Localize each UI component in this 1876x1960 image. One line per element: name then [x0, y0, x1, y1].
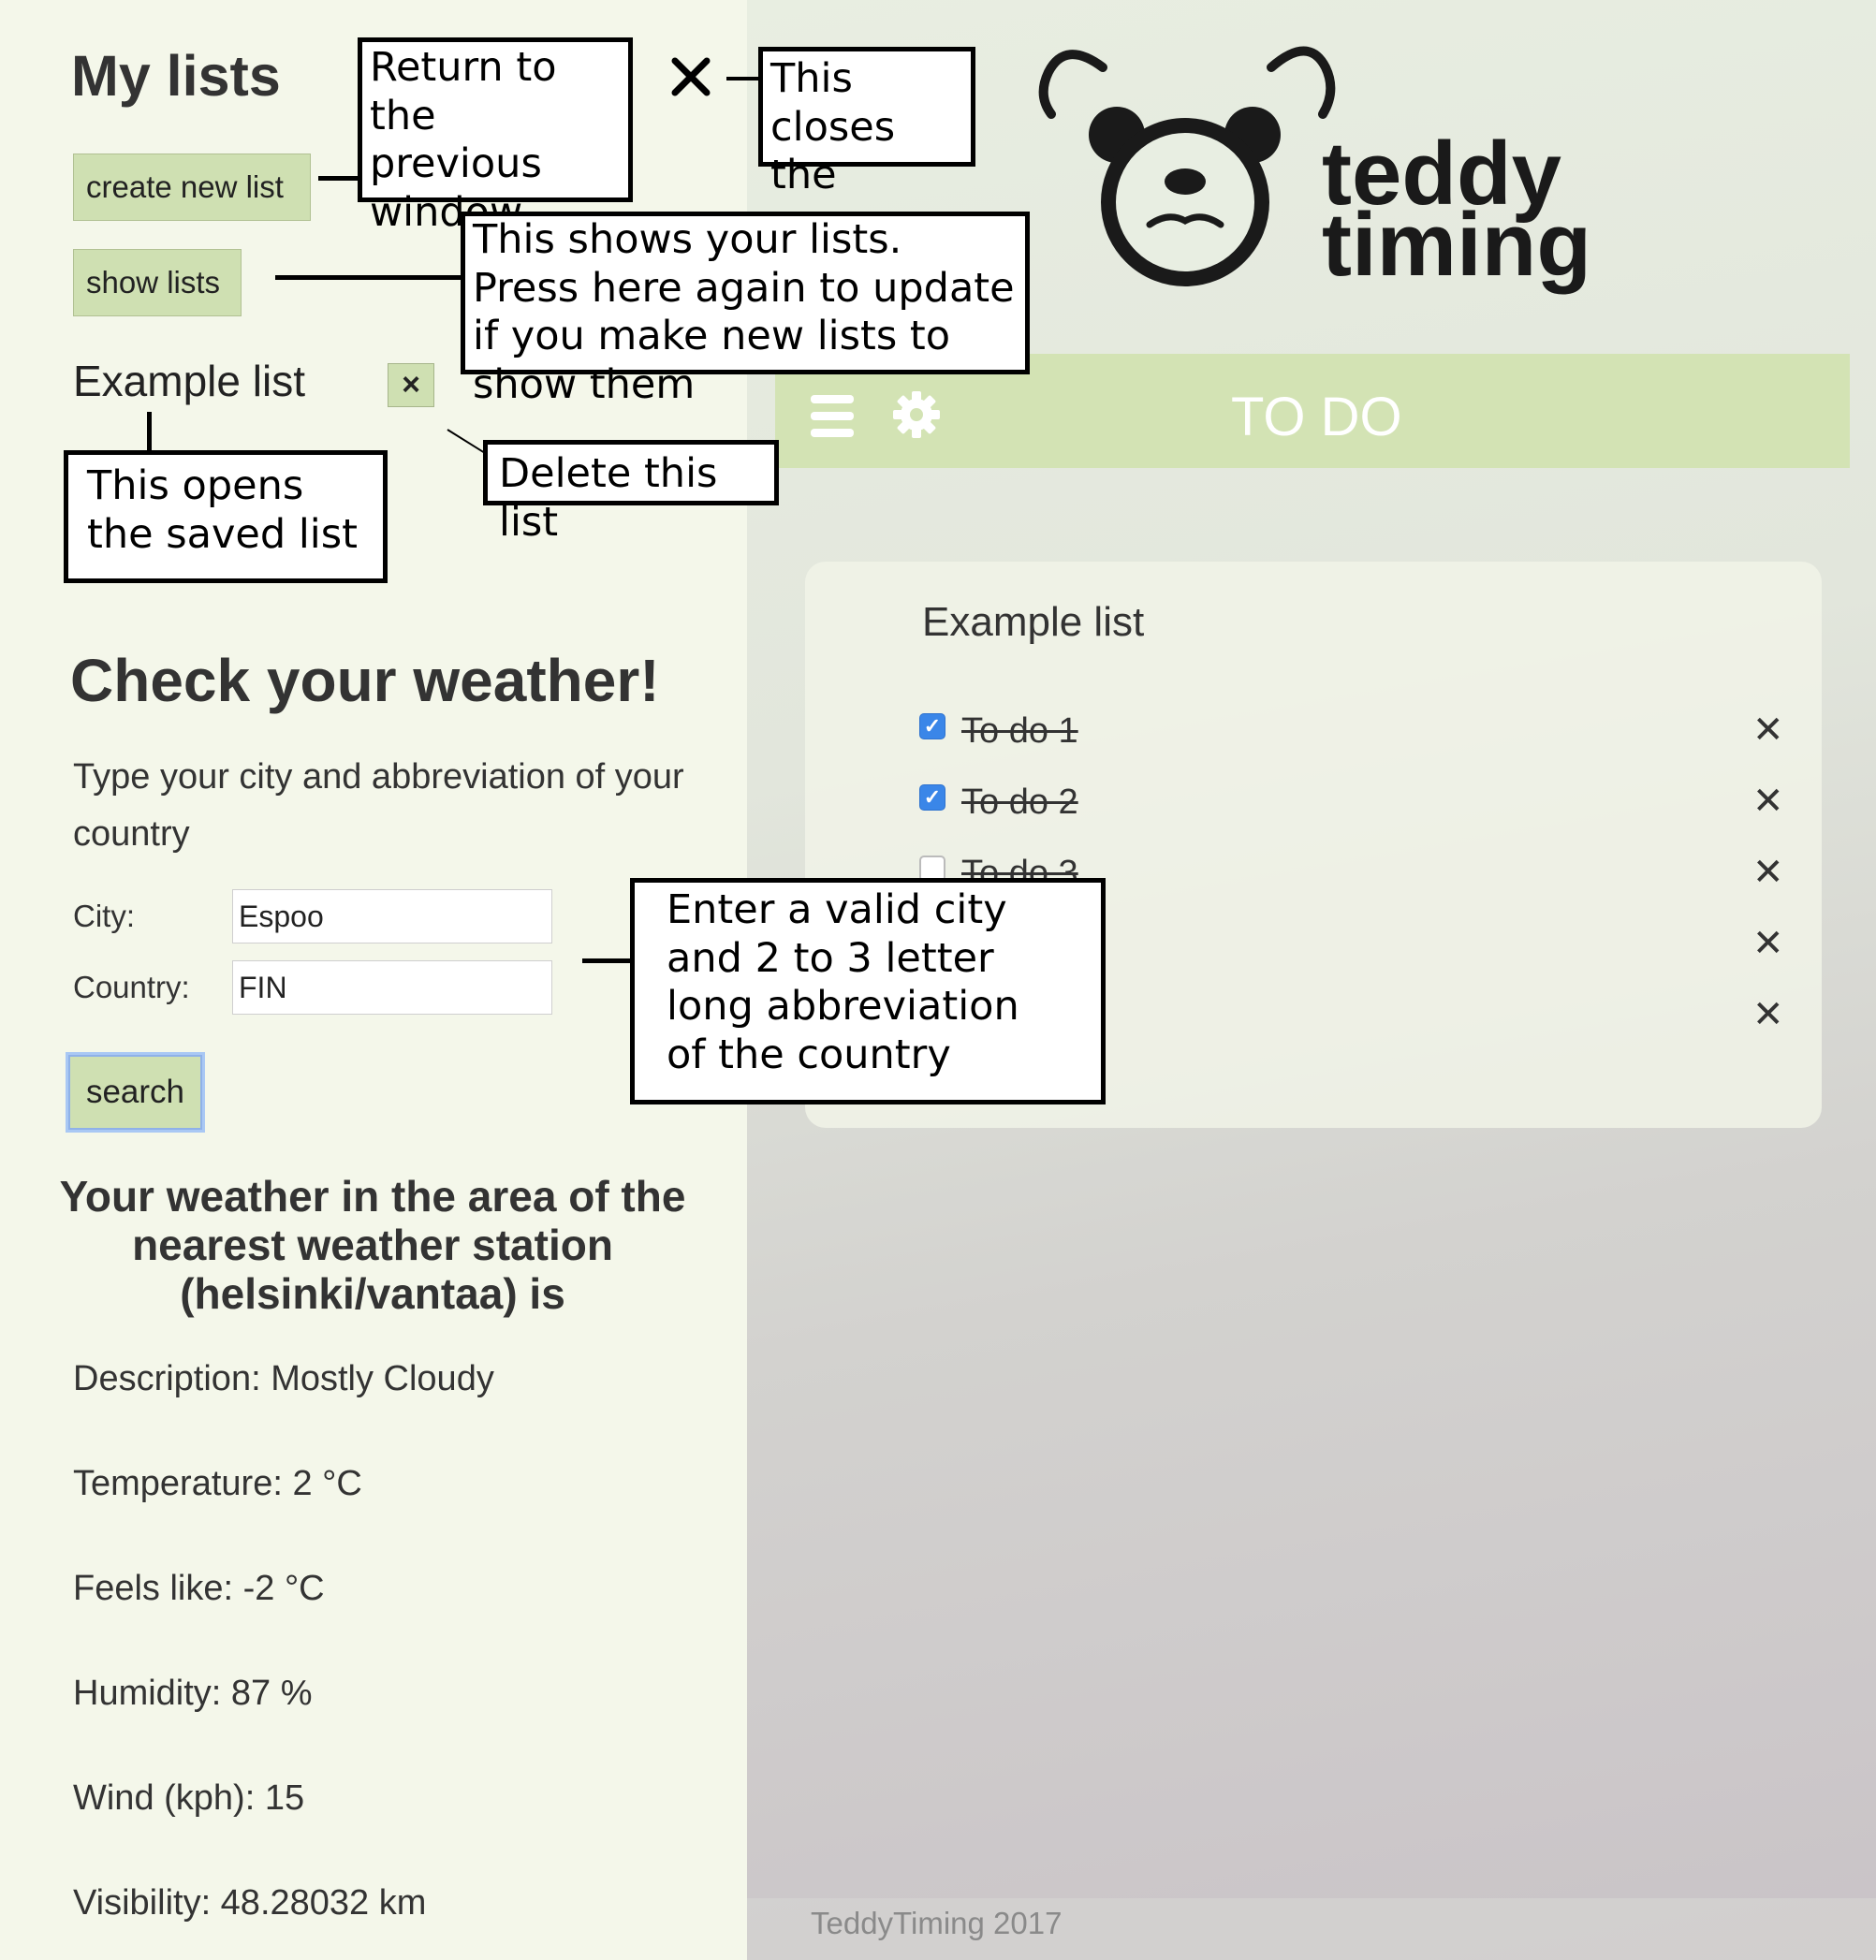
- connector-line: [318, 176, 361, 181]
- show-lists-button[interactable]: show lists: [73, 249, 242, 316]
- remove-item-5-close-icon[interactable]: ✕: [1752, 996, 1784, 1033]
- country-input[interactable]: FIN: [232, 960, 552, 1015]
- remove-item-3-close-icon[interactable]: ✕: [1752, 854, 1784, 891]
- logo-text-timing: timing: [1322, 195, 1591, 295]
- annotation-closes-menu: This closes the menu: [758, 47, 975, 247]
- weather-humidity: Humidity: 87 %: [73, 1674, 313, 1713]
- todo-checkbox-1[interactable]: ✓: [919, 713, 945, 739]
- annotation-opens-list: This opens the saved list: [64, 450, 388, 583]
- remove-item-4-close-icon[interactable]: ✕: [1752, 925, 1784, 962]
- connector-line: [275, 275, 462, 280]
- weather-result-heading: Your weather in the area of the nearest …: [59, 1172, 686, 1318]
- city-label: City:: [73, 899, 135, 933]
- weather-feels-like: Feels like: -2 °C: [73, 1569, 325, 1608]
- annotation-enter-city: Enter a valid city and 2 to 3 letter lon…: [630, 878, 1106, 1104]
- connector-line: [582, 958, 631, 963]
- teddy-logo-icon: [1028, 21, 1346, 292]
- connector-line: [726, 77, 760, 80]
- weather-title: Check your weather!: [70, 647, 660, 714]
- remove-item-1-close-icon[interactable]: ✕: [1752, 711, 1784, 749]
- create-new-list-button[interactable]: create new list: [73, 154, 311, 221]
- todo-item-2: To do 2: [961, 783, 1078, 822]
- settings-gear-icon[interactable]: [893, 391, 940, 443]
- todo-item-1: To do 1: [961, 711, 1078, 751]
- country-label: Country:: [73, 970, 190, 1004]
- weather-description: Description: Mostly Cloudy: [73, 1359, 494, 1398]
- connector-line: [147, 412, 152, 451]
- close-menu-icon[interactable]: [670, 56, 711, 102]
- annotation-return: Return to the previous window: [358, 37, 633, 236]
- list-title: Example list: [922, 599, 1145, 645]
- my-lists-title: My lists: [71, 44, 281, 108]
- city-input[interactable]: Espoo: [232, 889, 552, 943]
- footer-text: TeddyTiming 2017: [811, 1906, 1063, 1940]
- weather-wind: Wind (kph): 15: [73, 1778, 305, 1818]
- remove-item-2-close-icon[interactable]: ✕: [1752, 783, 1784, 820]
- saved-list-link[interactable]: Example list: [73, 356, 305, 406]
- annotation-show-lists: This shows your lists. Press here again …: [461, 212, 1030, 408]
- todo-checkbox-2[interactable]: ✓: [919, 784, 945, 811]
- weather-temperature: Temperature: 2 °C: [73, 1464, 362, 1503]
- todo-title: TO DO: [1231, 387, 1402, 447]
- weather-instructions: Type your city and abbreviation of your …: [73, 757, 684, 854]
- weather-visibility: Visibility: 48.28032 km: [73, 1883, 427, 1923]
- search-button[interactable]: search: [68, 1055, 202, 1130]
- menu-icon[interactable]: [811, 393, 854, 443]
- annotation-delete-list: Delete this list: [483, 440, 779, 546]
- delete-list-button[interactable]: ×: [388, 363, 434, 407]
